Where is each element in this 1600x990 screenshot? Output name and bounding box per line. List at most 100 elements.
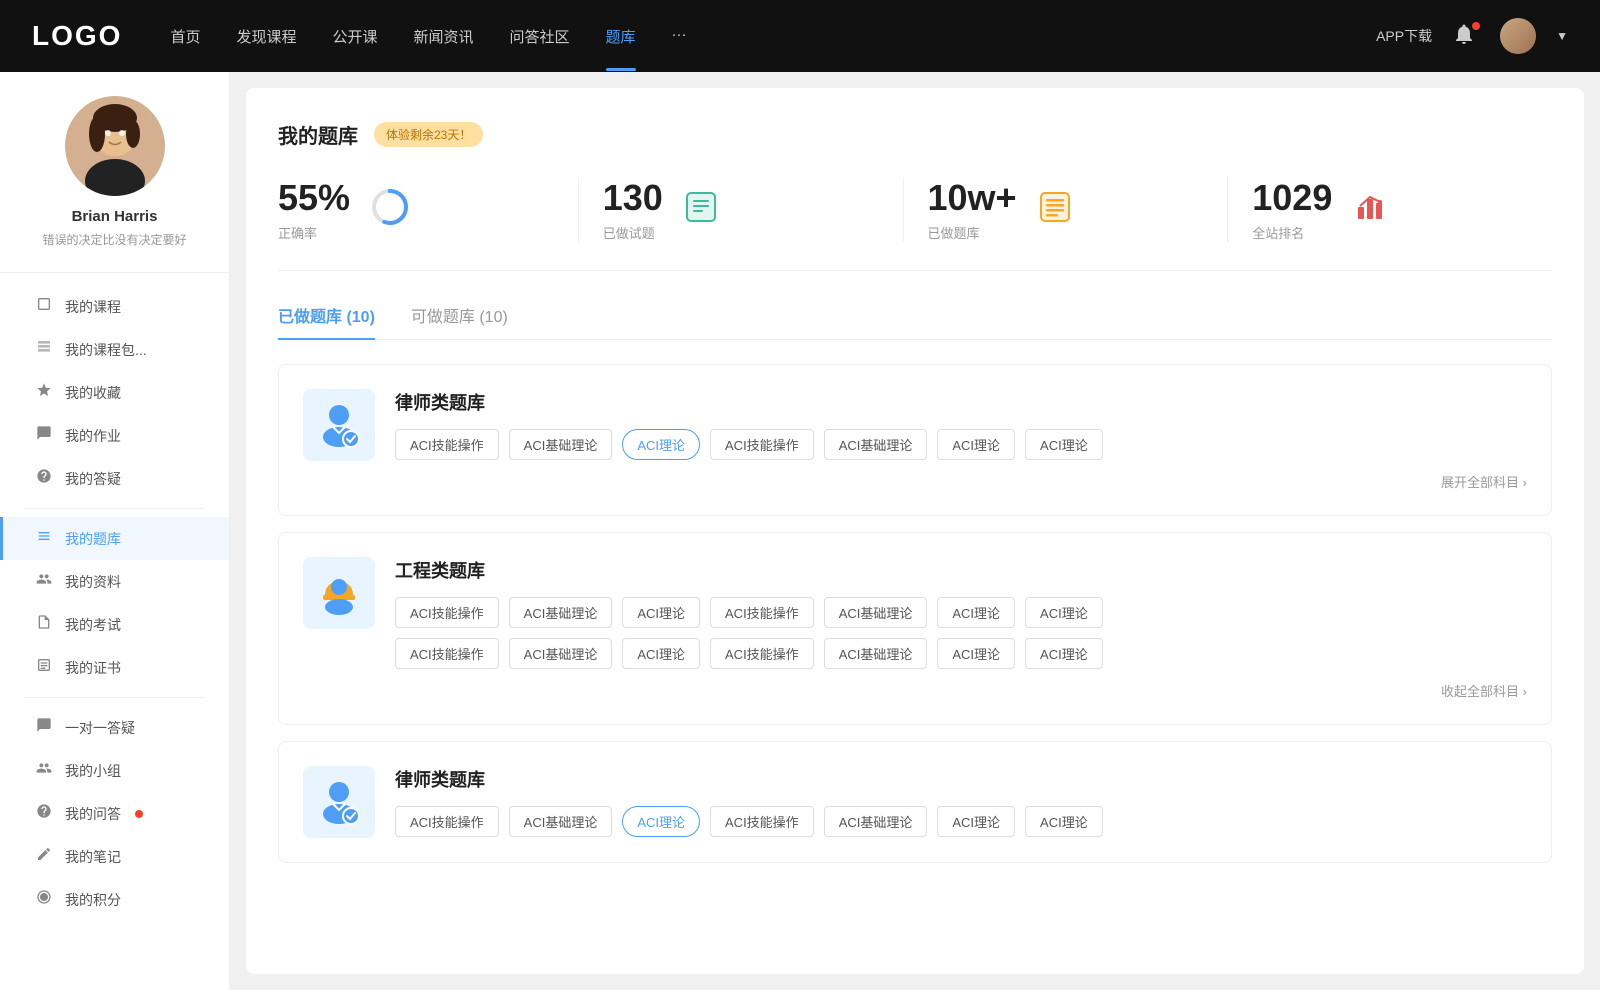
qbank-tag[interactable]: ACI理论 [937,638,1015,669]
notes-icon [35,846,53,867]
sidebar-item-group[interactable]: 我的小组 [0,749,229,792]
sidebar-item-homework[interactable]: 我的作业 [0,414,229,457]
tabs-row: 已做题库 (10) 可做题库 (10) [278,303,1552,340]
sidebar-divider-2 [24,697,205,698]
qbank-tag[interactable]: ACI基础理论 [509,597,613,628]
sidebar-divider-1 [24,508,205,509]
nav-link-home[interactable]: 首页 [170,26,200,47]
qbank-tag[interactable]: ACI理论 [937,429,1015,460]
nav-link-qa[interactable]: 问答社区 [510,26,570,47]
qbank-tag[interactable]: ACI基础理论 [509,429,613,460]
qbank-tag-active[interactable]: ACI理论 [622,806,700,837]
bell-icon[interactable] [1452,22,1480,50]
nav-link-discover[interactable]: 发现课程 [236,26,296,47]
qbank-tag[interactable]: ACI理论 [1025,597,1103,628]
qbank-tag[interactable]: ACI理论 [1025,429,1103,460]
sidebar-item-courses[interactable]: 我的课程 [0,285,229,328]
qbank-tags-2-row2: ACI技能操作 ACI基础理论 ACI理论 ACI技能操作 ACI基础理论 AC… [395,638,1527,669]
qbank-tag[interactable]: ACI技能操作 [395,806,499,837]
expand-link-1[interactable]: 展开全部科目 › [1441,472,1527,491]
sidebar-item-exam[interactable]: 我的考试 [0,603,229,646]
qbank-icon [35,528,53,549]
qbank-tag[interactable]: ACI理论 [937,806,1015,837]
qbank-icon-3 [303,766,375,838]
qbank-tag[interactable]: ACI理论 [1025,806,1103,837]
sidebar-label-cert: 我的证书 [65,658,121,678]
qbank-tag[interactable]: ACI基础理论 [824,638,928,669]
qbank-tag[interactable]: ACI技能操作 [710,597,814,628]
sidebar-item-points[interactable]: 我的积分 [0,878,229,921]
sidebar-label-points: 我的积分 [65,890,121,910]
qbank-tags-1: ACI技能操作 ACI基础理论 ACI理论 ACI技能操作 ACI基础理论 AC… [395,429,1527,460]
user-dropdown-arrow[interactable]: ▼ [1556,29,1568,43]
sidebar-item-favorites[interactable]: 我的收藏 [0,371,229,414]
stat-done-questions-icon [683,189,719,230]
qbank-tag[interactable]: ACI技能操作 [710,638,814,669]
qbank-tag[interactable]: ACI技能操作 [710,806,814,837]
qbank-tag[interactable]: ACI理论 [622,638,700,669]
user-avatar[interactable] [1500,18,1536,54]
group-icon [35,760,53,781]
stat-rank-number: 1029 全站排名 [1252,177,1332,242]
qbank-tag[interactable]: ACI技能操作 [395,429,499,460]
nav-link-news[interactable]: 新闻资讯 [414,26,474,47]
qbank-tag[interactable]: ACI理论 [622,597,700,628]
qbank-icon-1 [303,389,375,461]
sidebar-item-questions[interactable]: 我的问答 [0,792,229,835]
stat-done-questions-number: 130 已做试题 [603,177,663,242]
sidebar-profile: Brian Harris 错误的决定比没有决定要好 [0,96,229,273]
qbank-card-1: 律师类题库 ACI技能操作 ACI基础理论 ACI理论 ACI技能操作 ACI基… [278,364,1552,516]
qa-icon [35,468,53,489]
sidebar-item-tutoring[interactable]: 一对一答疑 [0,706,229,749]
qbank-title-1: 律师类题库 [395,389,1527,415]
courses-icon [35,296,53,317]
sidebar-item-notes[interactable]: 我的笔记 [0,835,229,878]
qbank-tag[interactable]: ACI技能操作 [395,597,499,628]
sidebar-item-cert[interactable]: 我的证书 [0,646,229,689]
tab-done[interactable]: 已做题库 (10) [278,303,375,339]
qbank-tag[interactable]: ACI技能操作 [395,638,499,669]
qbank-tag-active[interactable]: ACI理论 [622,429,700,460]
favorites-icon [35,382,53,403]
sidebar-username: Brian Harris [16,208,213,225]
qbank-body-1: 律师类题库 ACI技能操作 ACI基础理论 ACI理论 ACI技能操作 ACI基… [395,389,1527,491]
sidebar-label-notes: 我的笔记 [65,847,121,867]
navbar: LOGO 首页 发现课程 公开课 新闻资讯 问答社区 题库 ··· APP下载 … [0,0,1600,72]
qbank-tag[interactable]: ACI理论 [937,597,1015,628]
profile-icon [35,571,53,592]
sidebar-motto: 错误的决定比没有决定要好 [16,231,213,248]
qbank-card-3: 律师类题库 ACI技能操作 ACI基础理论 ACI理论 ACI技能操作 ACI基… [278,741,1552,863]
qbank-tag[interactable]: ACI基础理论 [824,597,928,628]
qbank-tag[interactable]: ACI理论 [1025,638,1103,669]
qbank-footer-1: 展开全部科目 › [395,472,1527,491]
collapse-link-2[interactable]: 收起全部科目 › [1441,681,1527,700]
nav-link-qbank[interactable]: 题库 [606,26,636,47]
qbank-tag[interactable]: ACI基础理论 [824,806,928,837]
qbank-title-2: 工程类题库 [395,557,1527,583]
qbank-tag[interactable]: ACI基础理论 [509,806,613,837]
sidebar-item-qbank[interactable]: 我的题库 [0,517,229,560]
sidebar-item-qa[interactable]: 我的答疑 [0,457,229,500]
qbank-title-3: 律师类题库 [395,766,1527,792]
nav-link-open[interactable]: 公开课 [332,26,377,47]
sidebar-label-favorites: 我的收藏 [65,383,121,403]
cert-icon [35,657,53,678]
nav-link-more[interactable]: ··· [672,26,687,47]
qbank-body-2: 工程类题库 ACI技能操作 ACI基础理论 ACI理论 ACI技能操作 ACI基… [395,557,1527,700]
sidebar-label-courses: 我的课程 [65,297,121,317]
sidebar-avatar [65,96,165,196]
sidebar-item-profile[interactable]: 我的资料 [0,560,229,603]
sidebar-label-qbank: 我的题库 [65,529,121,549]
tab-available[interactable]: 可做题库 (10) [411,303,508,339]
sidebar-item-course-pkg[interactable]: 我的课程包... [0,328,229,371]
questions-badge-dot [135,810,143,818]
stat-rank-label: 全站排名 [1252,223,1332,242]
stat-done-questions: 130 已做试题 [579,177,904,242]
app-download-button[interactable]: APP下载 [1376,26,1432,46]
stat-done-qbanks-icon [1037,189,1073,230]
qbank-tag[interactable]: ACI技能操作 [710,429,814,460]
stat-accuracy: 55% 正确率 [278,177,579,242]
qbank-tag[interactable]: ACI基础理论 [824,429,928,460]
main-layout: Brian Harris 错误的决定比没有决定要好 我的课程 我的课程包... [0,72,1600,990]
qbank-tag[interactable]: ACI基础理论 [509,638,613,669]
